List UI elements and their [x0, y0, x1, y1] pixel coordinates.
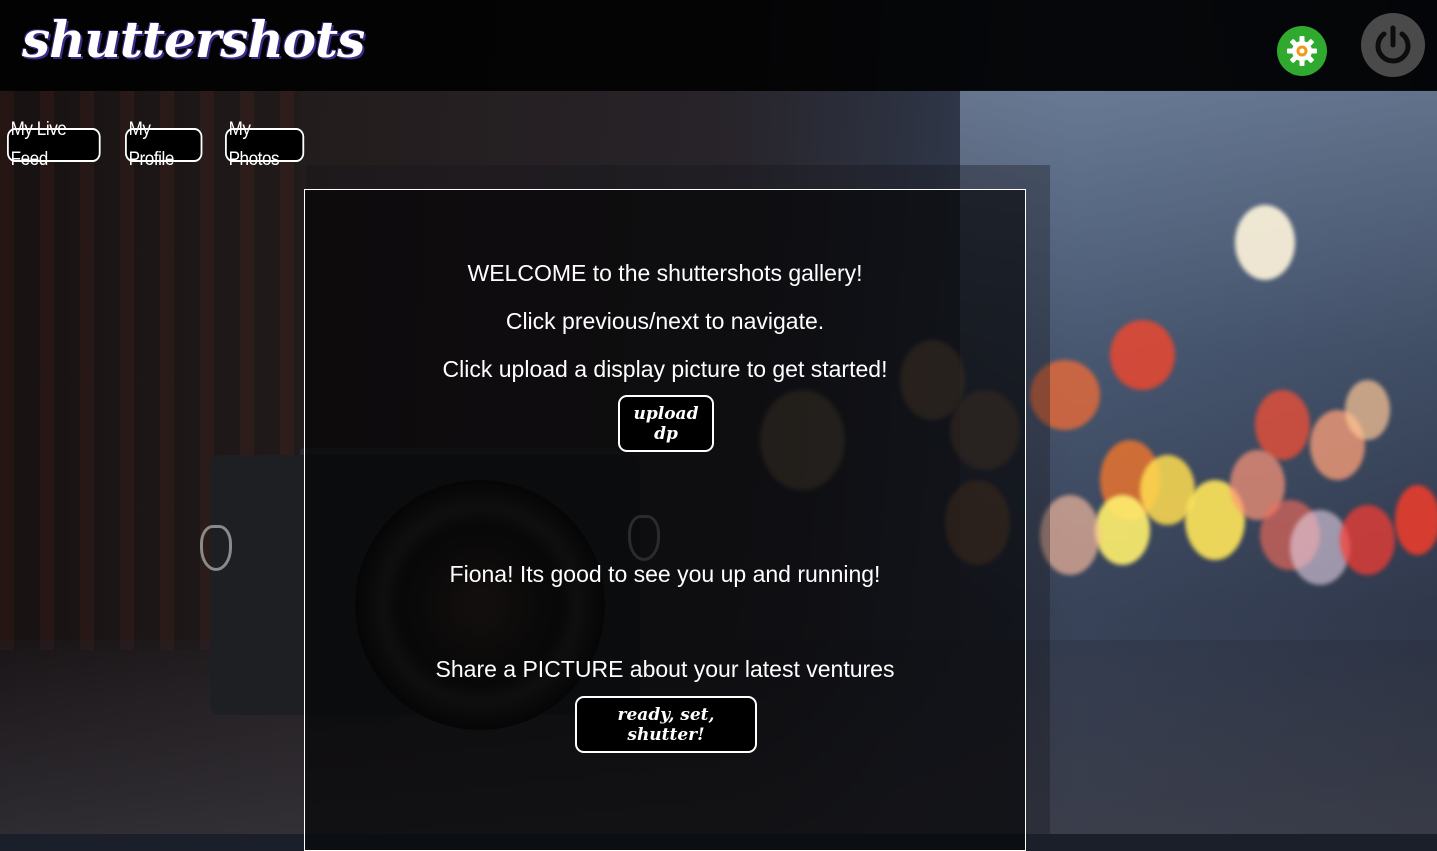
navigate-hint-text: Click previous/next to navigate. [505, 308, 825, 334]
header-bar: shuttershots [0, 0, 1437, 91]
share-prompt-text: Share a PICTURE about your latest ventur… [435, 656, 895, 682]
gear-icon [1287, 36, 1317, 66]
nav-photos-label: My Photos [228, 119, 280, 170]
nav-live-feed-button[interactable]: My Live Feed [7, 119, 101, 170]
bokeh-light [1235, 205, 1295, 280]
shutter-upload-button[interactable]: ready, set, shutter! [575, 696, 757, 753]
upload-hint-text: Click upload a display picture to get st… [442, 356, 888, 382]
app-logo[interactable]: shuttershots [22, 10, 365, 69]
nav-photos-button[interactable]: My Photos [225, 119, 305, 170]
bokeh-light [1110, 320, 1175, 390]
bokeh-light [1255, 390, 1310, 460]
power-icon [1375, 25, 1411, 64]
nav-profile-button[interactable]: My Profile [125, 119, 203, 170]
main-nav: My Live Feed My Profile My Photos [7, 119, 313, 170]
upload-dp-button[interactable]: upload dp [618, 395, 714, 452]
bokeh-light [1340, 505, 1395, 575]
nav-profile-label: My Profile [128, 119, 175, 170]
bokeh-light [1095, 495, 1150, 565]
welcome-text: WELCOME to the shuttershots gallery! [467, 260, 863, 286]
logout-button[interactable] [1361, 13, 1425, 77]
gallery-panel: WELCOME to the shuttershots gallery! Cli… [304, 189, 1026, 851]
settings-button[interactable] [1277, 26, 1327, 76]
camera-strap [200, 525, 232, 571]
nav-live-feed-label: My Live Feed [10, 119, 67, 170]
bokeh-light [1345, 380, 1390, 440]
bokeh-light [1395, 485, 1437, 555]
greeting-text: Fiona! Its good to see you up and runnin… [449, 561, 881, 587]
